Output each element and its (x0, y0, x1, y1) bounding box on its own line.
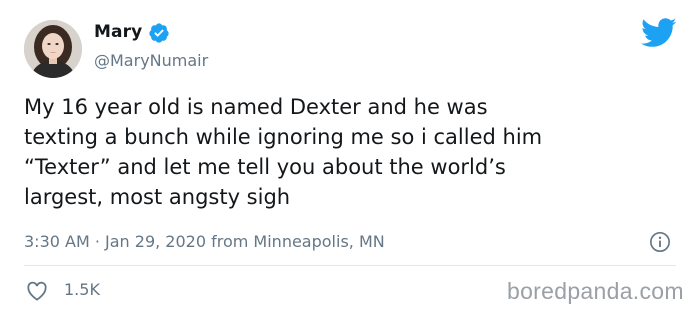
twitter-bird-icon[interactable] (641, 18, 677, 48)
tweet-text: My 16 year old is named Dexter and he wa… (24, 95, 543, 209)
verified-badge-icon (149, 23, 169, 43)
watermark: boredpanda.com (507, 278, 684, 304)
tweet-timestamp-location[interactable]: 3:30 AM · Jan 29, 2020 from Minneapolis,… (24, 232, 385, 251)
author-handle[interactable]: @MaryNumair (94, 51, 208, 70)
divider (24, 265, 676, 266)
avatar[interactable] (24, 20, 82, 78)
info-icon[interactable] (649, 231, 671, 253)
tweet-card: Mary @MaryNumair My 16 year old is named… (0, 0, 700, 319)
heart-icon[interactable] (26, 281, 48, 301)
avatar-image (24, 20, 82, 78)
like-count[interactable]: 1.5K (64, 280, 100, 299)
author-name[interactable]: Mary (94, 22, 142, 42)
